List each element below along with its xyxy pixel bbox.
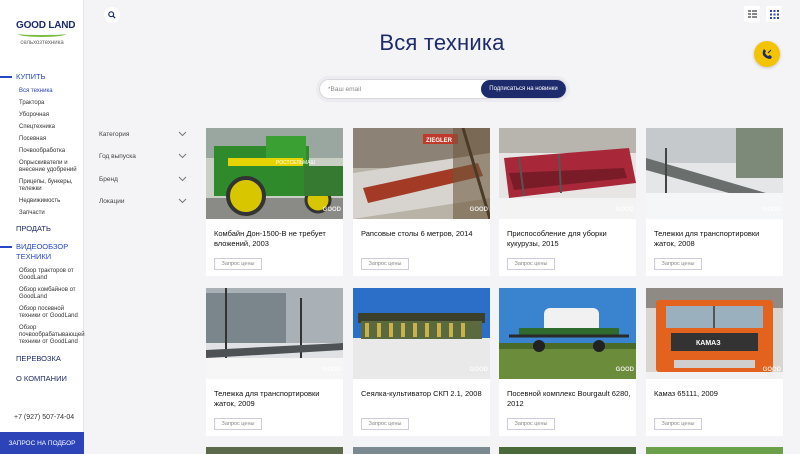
nav-video-tractors[interactable]: Обзор тракторов от GoodLand: [0, 268, 84, 282]
photo-label: КАМАЗ: [696, 340, 721, 347]
list-view-button[interactable]: [744, 6, 760, 22]
nav-item-tillage[interactable]: Почвообработка: [0, 148, 84, 155]
watermark: GOOD: [322, 207, 341, 213]
filter-location[interactable]: Локации: [99, 195, 187, 207]
product-photo[interactable]: КАМАЗ GOOD: [646, 288, 783, 379]
product-photo[interactable]: GOOD: [499, 288, 636, 379]
nav-transport[interactable]: ПЕРЕВОЗКА: [0, 354, 84, 364]
phone-number[interactable]: +7 (927) 507-74-04: [14, 414, 74, 421]
product-card[interactable]: [499, 447, 636, 454]
nav-item-seeding[interactable]: Посевная: [0, 136, 84, 143]
product-photo[interactable]: GOOD: [499, 128, 636, 219]
nav-video-tillage[interactable]: Обзор почвообрабатывающей техники от Goo…: [0, 325, 85, 346]
chevron-down-icon: [178, 176, 187, 182]
product-title[interactable]: Камаз 65111, 2009: [654, 389, 778, 399]
price-request-button[interactable]: Запрос цены: [507, 258, 555, 270]
nav-sell[interactable]: ПРОДАТЬ: [0, 224, 84, 234]
nav-item-special[interactable]: Спецтехника: [0, 124, 84, 131]
product-card[interactable]: GOOD Приспособление для уборки кукурузы,…: [499, 128, 636, 276]
price-request-button[interactable]: Запрос цены: [361, 418, 409, 430]
product-photo[interactable]: ZIEGLER GOOD: [353, 128, 490, 219]
sidebar: GOOD LAND сельхозтехника КУПИТЬ Вся техн…: [0, 0, 85, 454]
nav-item-sprayers[interactable]: Опрыскиватели и внесение удобрений: [0, 160, 84, 174]
chevron-down-icon: [178, 153, 187, 159]
grid-view-icon: [769, 9, 779, 19]
product-card[interactable]: GOOD Тележки для транспортировки жаток, …: [646, 128, 783, 276]
filter-brand[interactable]: Бренд: [99, 173, 187, 185]
phone-call-icon: [762, 49, 772, 59]
product-card[interactable]: [206, 447, 343, 454]
email-input[interactable]: [320, 80, 481, 98]
product-card[interactable]: РОСТСЕЛЬМАШ GOOD Комбайн Дон-1500-В не т…: [206, 128, 343, 276]
watermark: GOOD: [469, 207, 488, 213]
filter-label: Год выпуска: [99, 152, 136, 160]
product-title[interactable]: Рапсовые столы 6 метров, 2014: [361, 229, 485, 239]
price-request-button[interactable]: Запрос цены: [654, 258, 702, 270]
subscribe-button[interactable]: Подписаться на новинки: [481, 80, 566, 98]
nav-video-combines[interactable]: Обзор комбайнов от GoodLand: [0, 287, 84, 301]
price-request-button[interactable]: Запрос цены: [654, 418, 702, 430]
watermark: GOOD: [469, 367, 488, 373]
watermark: GOOD: [615, 207, 634, 213]
nav-item-all[interactable]: Вся техника: [0, 88, 84, 95]
price-request-button[interactable]: Запрос цены: [214, 418, 262, 430]
product-card[interactable]: ZIEGLER GOOD Рапсовые столы 6 метров, 20…: [353, 128, 490, 276]
watermark: GOOD: [615, 367, 634, 373]
product-card[interactable]: GOOD Тележка для транспортировки жаток, …: [206, 288, 343, 436]
product-photo[interactable]: GOOD: [206, 288, 343, 379]
grid-view-button[interactable]: [766, 6, 782, 22]
filter-year[interactable]: Год выпуска: [99, 150, 187, 162]
photo-label: РОСТСЕЛЬМАШ: [276, 160, 316, 166]
product-card[interactable]: GOOD Посевной комплекс Bourgault 6280, 2…: [499, 288, 636, 436]
price-request-button[interactable]: Запрос цены: [507, 418, 555, 430]
product-title[interactable]: Приспособление для уборки кукурузы, 2015: [507, 229, 631, 248]
product-photo[interactable]: GOOD: [353, 288, 490, 379]
product-title[interactable]: Сеялка-культиватор СКП 2.1, 2008: [361, 389, 485, 399]
product-card[interactable]: GOOD Сеялка-культиватор СКП 2.1, 2008 За…: [353, 288, 490, 436]
nav-item-parts[interactable]: Запчасти: [0, 210, 84, 217]
filter-category[interactable]: Категория: [99, 128, 187, 140]
product-title[interactable]: Тележка для транспортировки жаток, 2009: [214, 389, 338, 408]
nav-item-tractors[interactable]: Трактора: [0, 100, 84, 107]
product-title[interactable]: Тележки для транспортировки жаток, 2008: [654, 229, 778, 248]
nav-video[interactable]: ВИДЕООБЗОР ТЕХНИКИ: [0, 242, 84, 262]
watermark: GOOD: [322, 367, 341, 373]
product-card[interactable]: [646, 447, 783, 454]
product-title[interactable]: Посевной комплекс Bourgault 6280, 2012: [507, 389, 631, 408]
product-title[interactable]: Комбайн Дон-1500-В не требует вложений, …: [214, 229, 338, 248]
nav-video-seeding[interactable]: Обзор посевной техники от GoodLand: [0, 306, 84, 320]
nav-item-trailers[interactable]: Прицепы, бункеры, тележки: [0, 179, 84, 193]
filter-label: Категория: [99, 130, 130, 138]
watermark: GOOD: [762, 367, 781, 373]
photo-label: ZIEGLER: [426, 138, 453, 144]
nav-buy[interactable]: КУПИТЬ: [0, 72, 84, 82]
nav-item-realty[interactable]: Недвижимость: [0, 198, 84, 205]
product-photo[interactable]: GOOD: [646, 128, 783, 219]
product-photo[interactable]: РОСТСЕЛЬМАШ GOOD: [206, 128, 343, 219]
request-selection-button[interactable]: ЗАПРОС НА ПОДБОР: [0, 432, 84, 454]
search-button[interactable]: [104, 7, 120, 23]
chevron-down-icon: [178, 131, 187, 137]
search-icon: [108, 11, 116, 19]
subscribe-form: Подписаться на новинки: [319, 79, 567, 99]
nav-item-harvest[interactable]: Уборочная: [0, 112, 84, 119]
callback-button[interactable]: [754, 41, 780, 67]
filter-label: Бренд: [99, 175, 118, 183]
chevron-down-icon: [178, 198, 187, 204]
sidebar-nav: КУПИТЬ Вся техника Трактора Уборочная Сп…: [0, 72, 85, 384]
price-request-button[interactable]: Запрос цены: [214, 258, 262, 270]
product-card[interactable]: [353, 447, 490, 454]
price-request-button[interactable]: Запрос цены: [361, 258, 409, 270]
filter-label: Локации: [99, 197, 125, 205]
product-card[interactable]: КАМАЗ GOOD Камаз 65111, 2009 Запрос цены: [646, 288, 783, 436]
nav-about[interactable]: О КОМПАНИИ: [0, 374, 84, 384]
page-title: Вся техника: [379, 30, 505, 55]
list-view-icon: [747, 10, 757, 18]
watermark: GOOD: [762, 207, 781, 213]
